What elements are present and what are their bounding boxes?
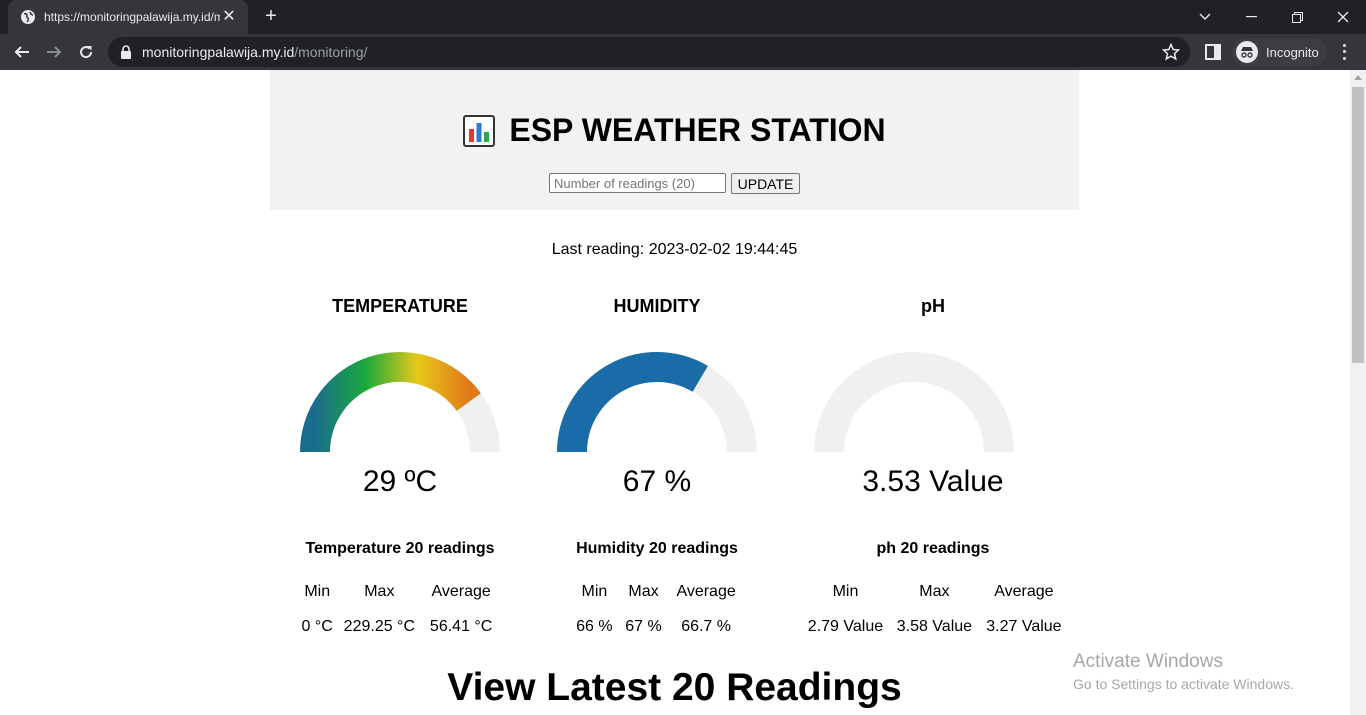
humidity-avg-label: Average — [676, 582, 736, 600]
temperature-gauge-fill — [300, 352, 481, 453]
page-title-row: ESP WEATHER STATION — [270, 112, 1079, 149]
watermark-line-1: Activate Windows — [1073, 651, 1223, 672]
side-panel-icon[interactable] — [1205, 44, 1221, 60]
temperature-max-value: 229.25 °C — [343, 617, 416, 635]
ph-avg-label: Average — [994, 582, 1054, 600]
ph-card: pH 3.53 Value ph 20 readings Min Max Ave… — [793, 290, 1073, 635]
page-title: ESP WEATHER STATION — [509, 112, 886, 148]
forward-arrow-icon[interactable] — [40, 38, 68, 66]
globe-icon — [21, 10, 35, 24]
close-tab-icon[interactable]: ✕ — [220, 9, 238, 25]
new-tab-icon[interactable]: + — [260, 6, 282, 28]
ph-avg-value: 3.27 Value — [986, 617, 1062, 635]
ph-max-value: 3.58 Value — [896, 617, 973, 635]
humidity-title: HUMIDITY — [613, 296, 701, 316]
temperature-title: TEMPERATURE — [332, 296, 468, 316]
temperature-avg-label: Average — [431, 582, 491, 600]
activate-windows-watermark: Activate Windows Go to Settings to activ… — [1073, 651, 1294, 692]
tab-title: https://monitoringpalawija.my.id/monitor… — [44, 10, 220, 24]
scrollbar-thumb[interactable] — [1352, 87, 1364, 363]
page-viewport: ESP WEATHER STATION UPDATE Last reading:… — [0, 70, 1350, 715]
close-window-icon[interactable] — [1320, 0, 1366, 34]
vertical-scrollbar[interactable] — [1350, 70, 1366, 715]
ph-max-label: Max — [919, 582, 950, 600]
browser-tab[interactable]: https://monitoringpalawija.my.id/monitor… — [8, 0, 248, 34]
tab-search-chevron-icon[interactable] — [1182, 0, 1228, 34]
reload-icon[interactable] — [72, 38, 100, 66]
bookmark-star-icon[interactable] — [1162, 43, 1180, 61]
temperature-min-value: 0 °C — [301, 617, 333, 635]
browser-tab-strip: https://monitoringpalawija.my.id/monitor… — [0, 0, 1366, 34]
last-reading-text: Last reading: 2023-02-02 19:44:45 — [551, 241, 798, 258]
humidity-min-label: Min — [581, 582, 608, 600]
temperature-min-label: Min — [304, 582, 331, 600]
temperature-max-label: Max — [364, 582, 395, 600]
ph-min-value: 2.79 Value — [807, 617, 884, 635]
restore-icon[interactable] — [1274, 0, 1320, 34]
ph-stats-table: Min Max Average 2.79 Value 3.58 Value 3.… — [800, 573, 1070, 645]
url-host: monitoringpalawija.my.id — [142, 44, 295, 60]
humidity-gauge — [557, 352, 757, 453]
humidity-stats-table: Min Max Average 66 % 67 % 66.7 % — [569, 573, 745, 645]
address-bar[interactable]: monitoringpalawija.my.id/monitoring/ — [108, 37, 1190, 67]
page-header: ESP WEATHER STATION UPDATE — [270, 70, 1079, 210]
humidity-stats-title: Humidity 20 readings — [576, 540, 738, 557]
back-arrow-icon[interactable] — [8, 38, 36, 66]
minimize-icon[interactable] — [1228, 0, 1274, 34]
ph-title: pH — [921, 296, 945, 316]
humidity-gauge-fill — [557, 352, 708, 453]
temperature-card: TEMPERATURE 29 ºC Temperature 20 reading… — [270, 290, 530, 635]
url-path: /monitoring/ — [294, 44, 368, 60]
humidity-value: 67 % — [622, 465, 692, 498]
incognito-profile-button[interactable]: Incognito — [1232, 38, 1327, 66]
temperature-avg-value: 56.41 °C — [429, 617, 493, 635]
incognito-icon — [1236, 41, 1258, 63]
update-button[interactable]: UPDATE — [731, 173, 800, 194]
incognito-label: Incognito — [1266, 44, 1319, 60]
humidity-max-label: Max — [628, 582, 659, 600]
view-latest-heading: View Latest 20 Readings — [447, 666, 902, 709]
temperature-value: 29 ºC — [362, 465, 438, 498]
more-menu-icon[interactable] — [1336, 42, 1352, 62]
scroll-up-arrow-icon[interactable] — [1354, 75, 1362, 80]
lock-icon — [121, 45, 131, 59]
ph-stats-title: ph 20 readings — [876, 540, 990, 557]
temperature-stats-title: Temperature 20 readings — [305, 540, 495, 557]
ph-gauge-track — [814, 352, 1014, 453]
humidity-max-value: 67 % — [625, 617, 662, 635]
humidity-min-value: 66 % — [576, 617, 613, 635]
bar-chart-icon — [463, 114, 496, 147]
ph-value: 3.53 Value — [862, 465, 1004, 498]
ph-min-label: Min — [832, 582, 859, 600]
browser-toolbar: monitoringpalawija.my.id/monitoring/ Inc… — [0, 34, 1366, 70]
humidity-card: HUMIDITY 67 % Humidity 20 readings Min M… — [527, 290, 787, 635]
temperature-gauge — [300, 352, 500, 453]
temperature-stats-table: Min Max Average 0 °C 229.25 °C 56.41 °C — [296, 573, 502, 645]
number-of-readings-input[interactable] — [549, 173, 726, 193]
humidity-avg-value: 66.7 % — [681, 617, 731, 635]
watermark-line-2: Go to Settings to activate Windows. — [1073, 676, 1294, 692]
ph-gauge — [814, 352, 1014, 453]
